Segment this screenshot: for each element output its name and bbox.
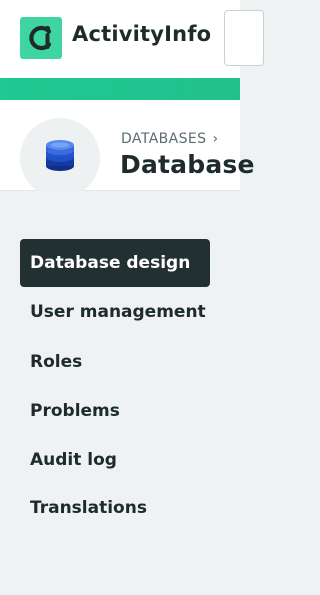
nav-item-audit-log[interactable]: Audit log [20,436,210,484]
top-bar-button[interactable] [224,10,264,66]
chevron-right-icon: › [212,131,219,147]
database-icon [46,140,74,171]
app-name: ActivityInfo [72,22,212,46]
nav-item-user-management[interactable]: User management [20,288,210,336]
page-title: Database [120,150,255,179]
nav-item-database-design[interactable]: Database design [20,239,210,287]
top-bar: ActivityInfo [0,0,264,78]
nav-item-problems[interactable]: Problems [20,387,210,435]
side-nav: Database design User management Roles Pr… [0,191,240,595]
activityinfo-logo-icon[interactable] [20,17,62,59]
breadcrumb: DATABASES › [121,131,218,147]
database-avatar [20,118,100,198]
nav-item-translations[interactable]: Translations [20,484,210,532]
accent-bar [0,78,240,100]
nav-item-roles[interactable]: Roles [20,338,210,386]
breadcrumb-databases-link[interactable]: DATABASES [121,131,206,147]
